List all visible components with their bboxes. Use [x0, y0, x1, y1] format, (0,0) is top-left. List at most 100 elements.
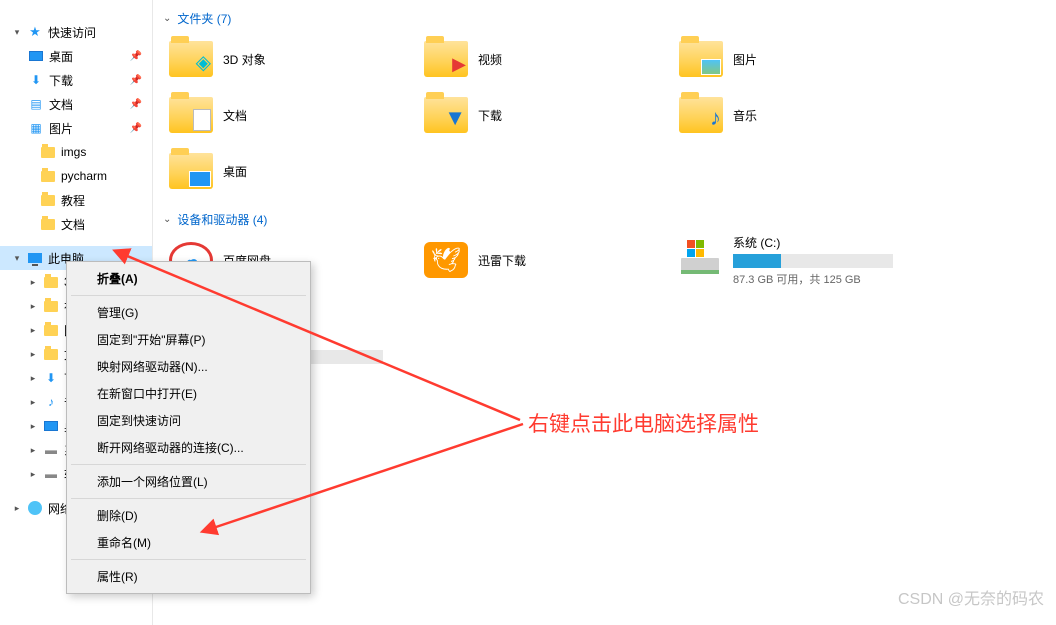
drive-info: 系统 (C:) 87.3 GB 可用，共 125 GB [733, 234, 893, 287]
chevron-down-icon: ⌄ [163, 214, 171, 225]
folder-label: 文档 [223, 107, 247, 124]
section-title: 设备和驱动器 (4) [177, 211, 267, 228]
sidebar-label: pycharm [61, 169, 107, 183]
xunlei-icon: 🕊 [424, 238, 468, 282]
drive-sublabel: 87.3 GB 可用，共 125 GB [733, 271, 893, 287]
sidebar-label: 文档 [49, 96, 73, 113]
folder-icon: ◈ [169, 37, 213, 81]
ctx-separator [71, 464, 306, 465]
pin-icon: 📌 [130, 99, 142, 110]
folder-icon [43, 322, 59, 338]
sidebar-item-docs2[interactable]: 文档 [0, 212, 152, 236]
sidebar-item-quick-access[interactable]: ▾ ★ 快速访问 [0, 20, 152, 44]
pin-icon: 📌 [130, 75, 142, 86]
folders-grid: ◈3D 对象 ▶视频 图片 文档 ▼ 下载 ♪ 音乐 桌面 [163, 31, 1046, 199]
folder-icon [40, 216, 56, 232]
pin-icon: 📌 [130, 51, 142, 62]
ctx-add-net-location[interactable]: 添加一个网络位置(L) [69, 468, 308, 495]
drive-icon: ▬ [43, 442, 59, 458]
folder-downloads[interactable]: ▼ 下载 [418, 87, 673, 143]
sidebar-label: 桌面 [49, 48, 73, 65]
sidebar-item-desktop[interactable]: 桌面 📌 [0, 44, 152, 68]
folder-music[interactable]: ♪ 音乐 [673, 87, 928, 143]
sidebar-item-tutorial[interactable]: 教程 [0, 188, 152, 212]
ctx-map-drive[interactable]: 映射网络驱动器(N)... [69, 353, 308, 380]
music-icon: ♪ [43, 394, 59, 410]
ctx-pin-start[interactable]: 固定到"开始"屏幕(P) [69, 326, 308, 353]
ctx-pin-quick[interactable]: 固定到快速访问 [69, 407, 308, 434]
desktop-icon [43, 418, 59, 434]
chevron-right-icon: ▸ [28, 325, 38, 336]
sidebar-item-pictures[interactable]: ▦ 图片 📌 [0, 116, 152, 140]
sidebar-item-pycharm[interactable]: pycharm [0, 164, 152, 188]
pin-icon: 📌 [130, 123, 142, 134]
drive-c[interactable]: 系统 (C:) 87.3 GB 可用，共 125 GB [673, 232, 928, 288]
sidebar-item-documents[interactable]: ▤ 文档 📌 [0, 92, 152, 116]
folder-3d-objects[interactable]: ◈3D 对象 [163, 31, 418, 87]
ctx-separator [71, 498, 306, 499]
section-header-folders[interactable]: ⌄ 文件夹 (7) [163, 6, 1046, 31]
download-icon: ⬇ [28, 72, 44, 88]
folder-label: 音乐 [733, 107, 757, 124]
sidebar-label: 图片 [49, 120, 73, 137]
folder-label: 下载 [478, 107, 502, 124]
capacity-bar [733, 254, 893, 268]
folder-label: 视频 [478, 51, 502, 68]
chevron-right-icon: ▸ [28, 469, 38, 480]
folder-icon [679, 37, 723, 81]
section-header-drives[interactable]: ⌄ 设备和驱动器 (4) [163, 207, 1046, 232]
picture-icon: ▦ [28, 120, 44, 136]
folder-desktop[interactable]: 桌面 [163, 143, 418, 199]
chevron-right-icon: ▸ [28, 301, 38, 312]
folder-icon [43, 274, 59, 290]
ctx-rename[interactable]: 重命名(M) [69, 529, 308, 556]
folder-documents[interactable]: 文档 [163, 87, 418, 143]
folder-videos[interactable]: ▶视频 [418, 31, 673, 87]
sidebar-label: 教程 [61, 192, 85, 209]
folder-icon [43, 346, 59, 362]
chevron-right-icon: ▸ [28, 397, 38, 408]
sidebar-label: imgs [61, 145, 86, 159]
folder-icon [43, 298, 59, 314]
ctx-disconnect-drive[interactable]: 断开网络驱动器的连接(C)... [69, 434, 308, 461]
folder-icon [40, 144, 56, 160]
folder-icon: ♪ [679, 93, 723, 137]
chevron-down-icon: ⌄ [163, 13, 171, 24]
chevron-down-icon: ▾ [12, 253, 22, 264]
download-icon: ⬇ [43, 370, 59, 386]
chevron-right-icon: ▸ [28, 277, 38, 288]
ctx-open-new-window[interactable]: 在新窗口中打开(E) [69, 380, 308, 407]
sidebar-label: 文档 [61, 216, 85, 233]
chevron-right-icon: ▸ [28, 373, 38, 384]
sidebar-item-downloads[interactable]: ⬇ 下载 📌 [0, 68, 152, 92]
annotation-text: 右键点击此电脑选择属性 [528, 408, 759, 438]
star-icon: ★ [27, 24, 43, 40]
sidebar-label: 下载 [49, 72, 73, 89]
context-menu: 折叠(A) 管理(G) 固定到"开始"屏幕(P) 映射网络驱动器(N)... 在… [66, 261, 311, 594]
folder-label: 图片 [733, 51, 757, 68]
folder-label: 桌面 [223, 163, 247, 180]
sidebar-item-imgs[interactable]: imgs [0, 140, 152, 164]
folder-pictures[interactable]: 图片 [673, 31, 928, 87]
chevron-down-icon: ▾ [12, 27, 22, 38]
folder-icon [40, 192, 56, 208]
folder-icon [169, 149, 213, 193]
chevron-right-icon: ▸ [28, 349, 38, 360]
ctx-manage[interactable]: 管理(G) [69, 299, 308, 326]
chevron-right-icon: ▸ [28, 421, 38, 432]
ctx-separator [71, 295, 306, 296]
section-title: 文件夹 (7) [177, 10, 231, 27]
desktop-icon [28, 48, 44, 64]
watermark: CSDN @无奈的码农 [898, 585, 1044, 609]
drive-label: 迅雷下载 [478, 252, 526, 269]
ctx-delete[interactable]: 删除(D) [69, 502, 308, 529]
ctx-collapse[interactable]: 折叠(A) [69, 265, 308, 292]
folder-icon: ▼ [424, 93, 468, 137]
sidebar-label: 快速访问 [48, 24, 96, 41]
pc-icon [27, 250, 43, 266]
ctx-properties[interactable]: 属性(R) [69, 563, 308, 590]
drive-xunlei[interactable]: 🕊 迅雷下载 [418, 232, 673, 288]
drive-label: 系统 (C:) [733, 234, 893, 251]
drive-icon: ▬ [43, 466, 59, 482]
folder-icon [169, 93, 213, 137]
